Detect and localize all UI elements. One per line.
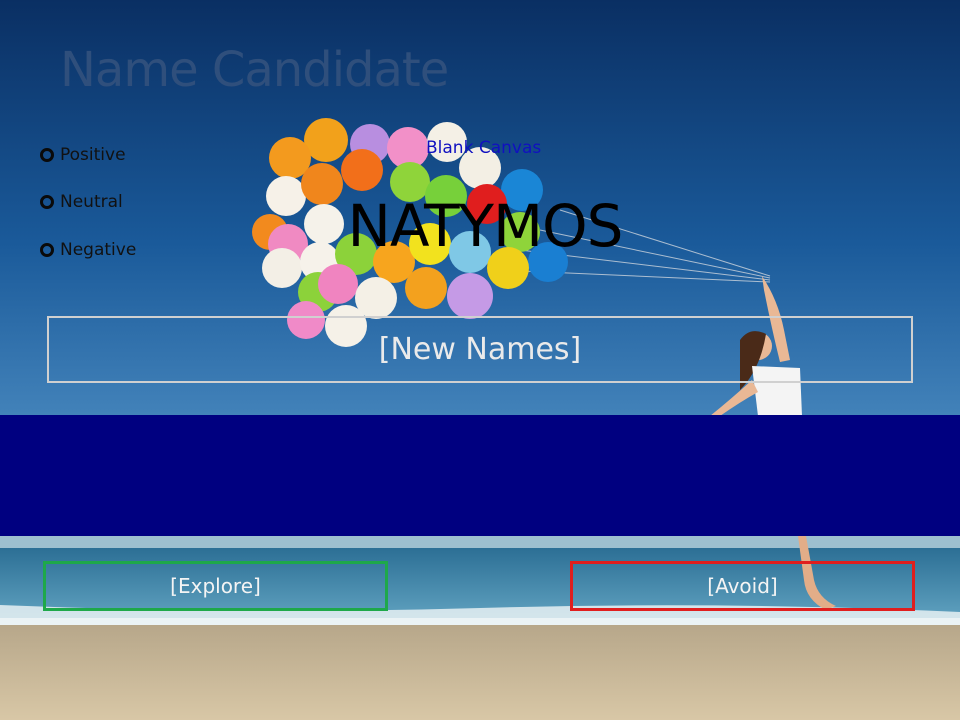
radio-negative[interactable]: Negative xyxy=(40,237,136,263)
radio-circle-icon[interactable] xyxy=(40,148,54,162)
canvas-caption: Blank Canvas xyxy=(426,138,542,158)
new-names-field[interactable]: [New Names] xyxy=(47,316,913,383)
blue-banner xyxy=(0,415,960,536)
radio-neutral[interactable]: Neutral xyxy=(40,189,123,215)
page-title: Name Candidate xyxy=(60,42,449,98)
avoid-button[interactable]: [Avoid] xyxy=(570,561,915,611)
radio-positive[interactable]: Positive xyxy=(40,142,126,168)
radio-label: Neutral xyxy=(60,192,123,212)
candidate-name: NATYMOS xyxy=(347,192,624,260)
explore-button[interactable]: [Explore] xyxy=(43,561,388,611)
radio-label: Positive xyxy=(60,145,126,165)
radio-label: Negative xyxy=(60,240,137,260)
explore-button-label: [Explore] xyxy=(170,574,261,598)
radio-circle-icon[interactable] xyxy=(40,195,54,209)
radio-circle-icon[interactable] xyxy=(40,243,54,257)
avoid-button-label: [Avoid] xyxy=(707,574,778,598)
new-names-placeholder: [New Names] xyxy=(378,332,582,367)
